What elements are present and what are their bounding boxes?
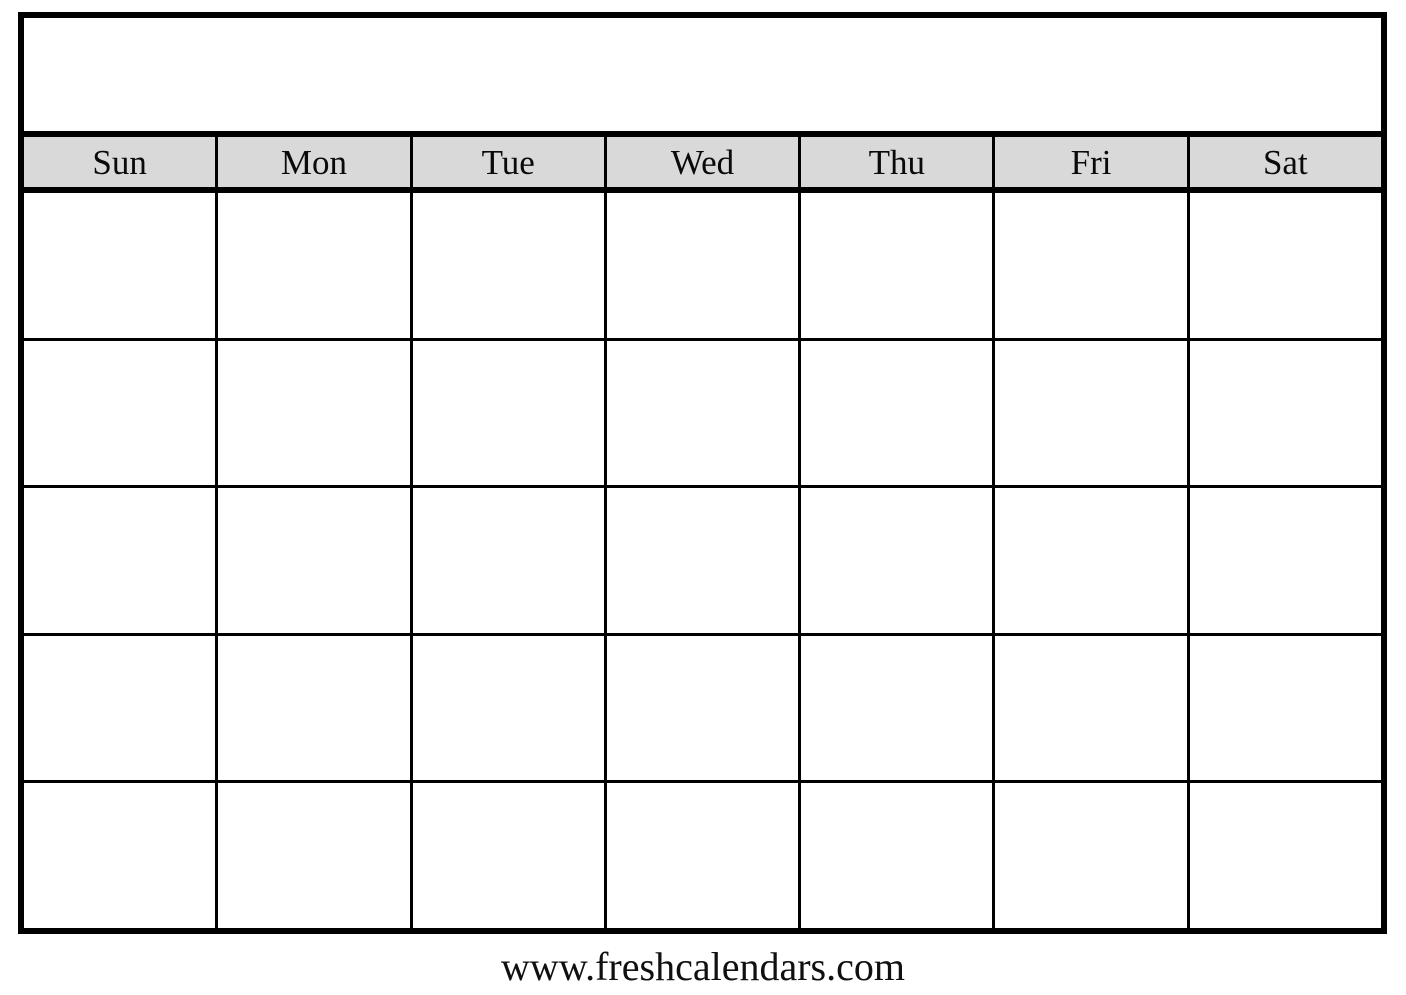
day-cell[interactable] — [801, 193, 996, 338]
weekday-header-sun: Sun — [24, 137, 219, 187]
day-cell[interactable] — [801, 635, 996, 781]
calendar-frame: Sun Mon Tue Wed Thu Fri Sat — [18, 12, 1387, 934]
weekday-header-fri: Fri — [995, 137, 1190, 187]
weekday-label-sat: Sat — [1262, 142, 1308, 182]
calendar-page: Sun Mon Tue Wed Thu Fri Sat www.freshcal… — [0, 0, 1406, 995]
week-row — [24, 783, 1381, 928]
day-cell[interactable] — [606, 193, 802, 338]
day-cell[interactable] — [218, 193, 413, 338]
day-cell[interactable] — [24, 340, 219, 486]
day-cell[interactable] — [801, 783, 996, 928]
month-title-banner[interactable] — [24, 18, 1381, 137]
day-cell[interactable] — [995, 193, 1190, 338]
weekday-header-thu: Thu — [801, 137, 996, 187]
day-cell[interactable] — [218, 488, 413, 633]
day-cell[interactable] — [24, 635, 219, 781]
day-cell[interactable] — [606, 488, 802, 633]
day-cell[interactable] — [218, 783, 413, 928]
day-cell[interactable] — [24, 783, 219, 928]
weekday-label-mon: Mon — [280, 142, 347, 182]
day-cell[interactable] — [995, 340, 1190, 486]
day-cell[interactable] — [1189, 193, 1381, 338]
day-cell[interactable] — [606, 783, 802, 928]
day-grid — [24, 193, 1381, 928]
weekday-label-sun: Sun — [92, 142, 147, 182]
day-cell[interactable] — [412, 340, 607, 486]
weekday-label-tue: Tue — [481, 142, 535, 182]
day-cell[interactable] — [801, 488, 996, 633]
day-cell[interactable] — [995, 783, 1190, 928]
weekday-label-fri: Fri — [1070, 142, 1112, 182]
website-credit: www.freshcalendars.com — [501, 943, 905, 989]
weekday-header-tue: Tue — [412, 137, 607, 187]
day-cell[interactable] — [1189, 488, 1381, 633]
day-cell[interactable] — [412, 783, 607, 928]
day-cell[interactable] — [606, 635, 802, 781]
day-cell[interactable] — [412, 193, 607, 338]
footer: www.freshcalendars.com — [0, 938, 1406, 995]
day-cell[interactable] — [801, 340, 996, 486]
weekday-label-wed: Wed — [670, 142, 735, 182]
day-cell[interactable] — [1189, 783, 1381, 928]
weekday-header-row: Sun Mon Tue Wed Thu Fri Sat — [24, 137, 1381, 193]
day-cell[interactable] — [412, 488, 607, 633]
week-row — [24, 635, 1381, 784]
weekday-header-sat: Sat — [1189, 137, 1381, 187]
weekday-header-mon: Mon — [218, 137, 413, 187]
day-cell[interactable] — [218, 635, 413, 781]
weekday-label-thu: Thu — [868, 142, 925, 182]
day-cell[interactable] — [1189, 635, 1381, 781]
day-cell[interactable] — [606, 340, 802, 486]
weekday-header-wed: Wed — [606, 137, 802, 187]
day-cell[interactable] — [24, 488, 219, 633]
week-row — [24, 193, 1381, 341]
day-cell[interactable] — [218, 340, 413, 486]
week-row — [24, 488, 1381, 636]
day-cell[interactable] — [995, 488, 1190, 633]
day-cell[interactable] — [24, 193, 219, 338]
day-cell[interactable] — [1189, 340, 1381, 486]
week-row — [24, 340, 1381, 489]
day-cell[interactable] — [995, 635, 1190, 781]
day-cell[interactable] — [412, 635, 607, 781]
